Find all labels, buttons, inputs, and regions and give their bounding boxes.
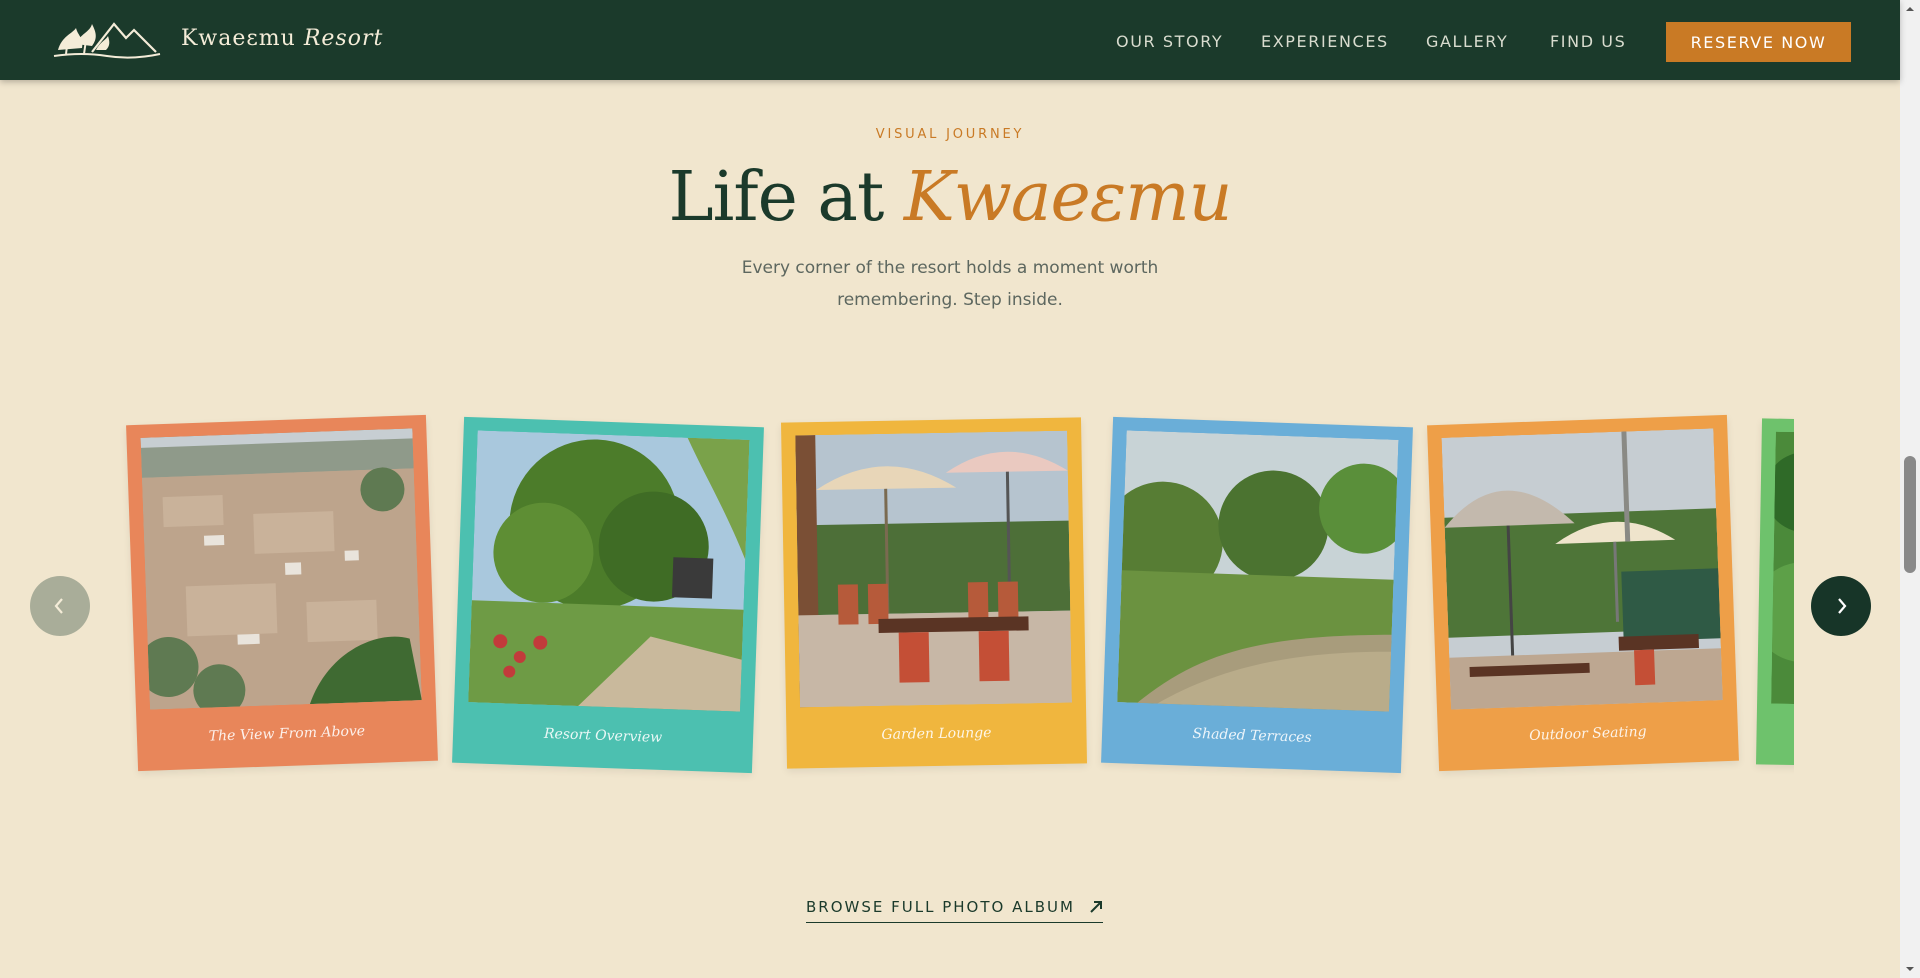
gallery-photo-resort-overview bbox=[468, 430, 750, 712]
nav-find-us[interactable]: FIND US bbox=[1550, 32, 1626, 51]
gallery-carousel: The View From Above Resort Overview Gard… bbox=[100, 400, 1794, 790]
gallery-photo-outdoor-seating bbox=[1441, 428, 1723, 710]
card-caption: Resort Overview bbox=[543, 725, 663, 746]
carousel-next-button[interactable] bbox=[1811, 576, 1871, 636]
card-caption: Outdoor Seating bbox=[1528, 723, 1647, 744]
gallery-photo-city-view bbox=[140, 428, 422, 710]
section-eyebrow: VISUAL JOURNEY bbox=[875, 127, 1025, 142]
gallery-card[interactable]: The View From Above bbox=[126, 414, 438, 772]
gallery-photo-garden-lounge bbox=[795, 430, 1072, 708]
card-caption: The View From Above bbox=[208, 723, 366, 745]
gallery-photo-shaded-terraces bbox=[1117, 430, 1399, 712]
section-title: Life at Kwaeɛmu bbox=[0, 158, 1900, 237]
nav-our-story[interactable]: OUR STORY bbox=[1116, 32, 1223, 51]
chevron-right-icon bbox=[1838, 598, 1847, 614]
scroll-up-arrow-icon[interactable] bbox=[1905, 4, 1915, 14]
section-title-plain: Life at bbox=[668, 158, 885, 237]
scrollbar-thumb[interactable] bbox=[1904, 456, 1916, 573]
scroll-down-arrow-icon[interactable] bbox=[1905, 964, 1915, 974]
gallery-card[interactable]: Resort Overview bbox=[452, 416, 764, 774]
arrow-up-right-icon bbox=[1090, 901, 1102, 913]
gallery-card[interactable]: Garden Lounge bbox=[781, 417, 1087, 769]
browse-link-label: BROWSE FULL PHOTO ALBUM bbox=[806, 898, 1075, 916]
gallery-card[interactable] bbox=[1756, 418, 1794, 770]
page-scrollbar[interactable] bbox=[1900, 0, 1920, 978]
section-title-accent: Kwaeɛmu bbox=[903, 158, 1233, 237]
brand-name[interactable]: Kwaeɛmu Resort bbox=[181, 26, 383, 51]
carousel-prev-button[interactable] bbox=[30, 576, 90, 636]
site-header: Kwaeɛmu Resort OUR STORY EXPERIENCES GAL… bbox=[0, 0, 1900, 80]
chevron-left-icon bbox=[54, 598, 63, 614]
nav-experiences[interactable]: EXPERIENCES bbox=[1261, 32, 1389, 51]
reserve-now-button[interactable]: RESERVE NOW bbox=[1666, 22, 1851, 62]
nav-gallery[interactable]: GALLERY bbox=[1426, 32, 1508, 51]
browse-photo-album-link[interactable]: BROWSE FULL PHOTO ALBUM bbox=[806, 898, 1103, 923]
card-caption: Garden Lounge bbox=[881, 725, 992, 743]
gallery-photo-greenery bbox=[1771, 431, 1794, 709]
brand-name-main: Kwaeɛmu bbox=[181, 26, 296, 51]
card-caption: Shaded Terraces bbox=[1192, 725, 1312, 746]
gallery-card[interactable]: Outdoor Seating bbox=[1427, 414, 1739, 772]
card-caption bbox=[1757, 724, 1794, 729]
gallery-card[interactable]: Shaded Terraces bbox=[1101, 416, 1413, 774]
brand-name-suffix: Resort bbox=[303, 26, 384, 51]
resort-logo-icon[interactable] bbox=[52, 16, 162, 62]
section-subtitle: Every corner of the resort holds a momen… bbox=[741, 258, 1159, 310]
